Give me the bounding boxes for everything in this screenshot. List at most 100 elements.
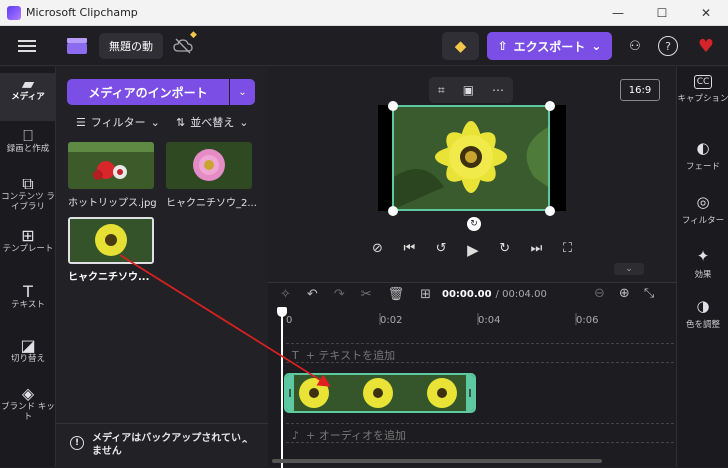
aspect-ratio-button[interactable]: 16:9 — [620, 79, 660, 101]
clipchamp-logo-icon — [7, 6, 21, 20]
export-button[interactable]: ⇧ エクスポート ⌄ — [487, 32, 612, 60]
maximize-button[interactable]: ☐ — [640, 0, 684, 26]
panel-captions[interactable]: CC キャプション — [677, 75, 728, 104]
backup-warning[interactable]: ! メディアはバックアップされていません ⌃ — [56, 423, 268, 467]
help-icon[interactable]: ? — [658, 36, 678, 56]
undo-icon[interactable]: ↶ — [307, 287, 318, 302]
fit-timeline-icon[interactable]: ⤡ — [644, 286, 654, 301]
scissors-icon[interactable]: ✂ — [361, 287, 372, 302]
filter-button[interactable]: ☰ フィルター ⌄ — [76, 114, 160, 130]
top-bar: 無題の​動 ◆ ◆ ⇧ エクスポート ⌄ ⚇ ? ♥ — [0, 26, 728, 66]
preview-image-selected[interactable] — [392, 105, 550, 211]
minimize-button[interactable]: — — [596, 0, 640, 26]
video-clip[interactable]: ‖ ‖ — [284, 373, 476, 413]
rewind-5-icon[interactable]: ↺ — [436, 241, 447, 259]
crop-icon[interactable]: ⌗ — [438, 83, 445, 98]
more-icon[interactable]: ⋯ — [492, 83, 504, 97]
zoom-out-icon[interactable]: ⊖ — [594, 286, 605, 301]
time-ruler: 0 0:02 0:04 0:06 — [268, 309, 676, 329]
filter-lines-icon: ☰ — [76, 115, 86, 129]
folder-icon: ▰ — [21, 74, 35, 93]
resize-handle[interactable] — [545, 101, 555, 111]
magic-icon[interactable]: ✧ — [280, 287, 291, 302]
title-bar: Microsoft Clipchamp — ☐ ✕ — [0, 0, 728, 26]
nav-item-templates[interactable]: ⊞ テンプレート — [0, 226, 56, 271]
fullscreen-icon[interactable]: ⛶ — [563, 241, 572, 259]
chevron-up-icon: ⌃ — [240, 438, 250, 451]
text-track-add[interactable]: T + テキストを追加 — [286, 343, 674, 363]
timeline-scrollbar[interactable] — [272, 459, 602, 463]
effects-icon: ✦ — [696, 247, 710, 265]
timeline: ✧ ↶ ↷ ✂ 🗑 ⊞ 00:00.00 / 00:04.00 ⊖ ⊕ ⤡ 0 … — [268, 282, 676, 468]
add-media-icon[interactable]: ⊞ — [420, 287, 431, 302]
play-icon[interactable]: ▶ — [467, 241, 479, 259]
skip-back-icon[interactable]: ⏮ — [403, 241, 415, 259]
skip-forward-icon[interactable]: ⏭ — [531, 241, 543, 259]
music-note-icon: ♪ — [292, 429, 307, 442]
playback-controls: ⊘ ⏮ ↺ ▶ ↻ ⏭ ⛶ — [372, 241, 572, 259]
captions-off-icon[interactable]: ⊘ — [372, 241, 383, 259]
panel-filters[interactable]: ◎ フィルター — [677, 193, 728, 226]
color-adjust-icon: ◑ — [696, 297, 710, 315]
media-caption: ヒャクニチソウ_2... — [166, 198, 256, 209]
chevron-down-icon: ⌄ — [591, 39, 602, 53]
chevron-down-icon: ⌄ — [239, 115, 249, 129]
nav-item-content-library[interactable]: ⧉ コンテンツ ライブラリ — [0, 174, 56, 223]
fit-icon[interactable]: ▣ — [463, 83, 474, 97]
export-label: エクスポート — [513, 39, 586, 54]
text-icon: T — [23, 282, 33, 301]
media-panel: メディアのインポート ⌄ ☰ フィルター ⌄ ⇅ 並べ替え ⌄ ホットリップス.… — [56, 67, 268, 467]
redo-icon[interactable]: ↷ — [334, 287, 345, 302]
project-name-field[interactable]: 無題の​動 — [99, 33, 163, 59]
sort-button[interactable]: ⇅ 並べ替え ⌄ — [176, 114, 248, 130]
share-people-icon[interactable]: ⚇ — [624, 36, 646, 56]
resize-handle[interactable] — [388, 206, 398, 216]
current-time: 00:00.00 — [442, 289, 492, 300]
fade-icon: ◐ — [696, 139, 710, 157]
preview-toolbar: ⌗ ▣ ⋯ — [429, 77, 513, 103]
playhead[interactable] — [281, 309, 283, 468]
menu-icon[interactable] — [10, 34, 44, 58]
media-thumbnail-zinnia[interactable] — [68, 217, 154, 264]
window-title: Microsoft Clipchamp — [26, 6, 138, 19]
preview-area: ⌗ ▣ ⋯ 16:9 ↻ ⊘ ⏮ ↺ ▶ ↻ ⏭ ⛶ ⌄ — [268, 67, 676, 282]
text-track-icon: T — [292, 349, 306, 362]
premium-diamond-button[interactable]: ◆ — [442, 32, 479, 60]
panel-effects[interactable]: ✦ 効果 — [677, 247, 728, 280]
rotate-icon[interactable]: ↻ — [467, 217, 481, 231]
nav-item-media[interactable]: ▰ メディア — [0, 73, 56, 121]
audio-track-add[interactable]: ♪ + オーディオを追加 — [286, 423, 674, 443]
sort-arrows-icon: ⇅ — [176, 115, 186, 129]
delete-icon[interactable]: 🗑 — [388, 287, 405, 302]
panel-color-adjust[interactable]: ◑ 色を調整 — [677, 297, 728, 330]
library-icon: ⧉ — [22, 174, 34, 193]
nav-item-brand-kit[interactable]: ◈ ブランド キット — [0, 386, 56, 433]
zoom-in-icon[interactable]: ⊕ — [619, 286, 630, 301]
nav-item-text[interactable]: T テキスト — [0, 282, 56, 323]
heart-avatar-icon[interactable]: ♥ — [694, 34, 718, 58]
import-dropdown-chevron-icon[interactable]: ⌄ — [230, 79, 255, 105]
forward-5-icon[interactable]: ↻ — [499, 241, 510, 259]
timeline-toolbar: ✧ ↶ ↷ ✂ 🗑 ⊞ — [280, 287, 431, 302]
import-media-button[interactable]: メディアのインポート — [67, 79, 229, 105]
panel-fade[interactable]: ◐ フェード — [677, 139, 728, 172]
backup-warning-text: メディアはバックアップされていません — [92, 433, 241, 457]
template-icon: ⊞ — [21, 226, 35, 245]
playhead-handle[interactable] — [277, 307, 287, 317]
upload-icon: ⇧ — [497, 39, 508, 53]
camera-icon: ⎕ — [23, 126, 33, 145]
media-thumbnail-zinnia-2[interactable] — [166, 142, 252, 189]
clip-trim-left-handle[interactable]: ‖ — [286, 375, 294, 411]
resize-handle[interactable] — [545, 206, 555, 216]
nav-item-transitions[interactable]: ◪ 切り替え — [0, 338, 56, 377]
zoom-controls: ⊖ ⊕ ⤡ — [594, 286, 654, 301]
media-thumbnail-hotlips[interactable] — [68, 142, 154, 189]
clip-trim-right-handle[interactable]: ‖ — [466, 375, 474, 411]
collapse-preview-icon[interactable]: ⌄ — [614, 263, 644, 275]
time-readout: 00:00.00 / 00:04.00 — [442, 289, 547, 300]
nav-item-record[interactable]: ⎕ 録画と作成 — [0, 126, 56, 169]
resize-handle[interactable] — [388, 101, 398, 111]
clapperboard-icon — [66, 37, 88, 58]
close-button[interactable]: ✕ — [684, 0, 728, 26]
total-time: / 00:04.00 — [495, 289, 547, 300]
